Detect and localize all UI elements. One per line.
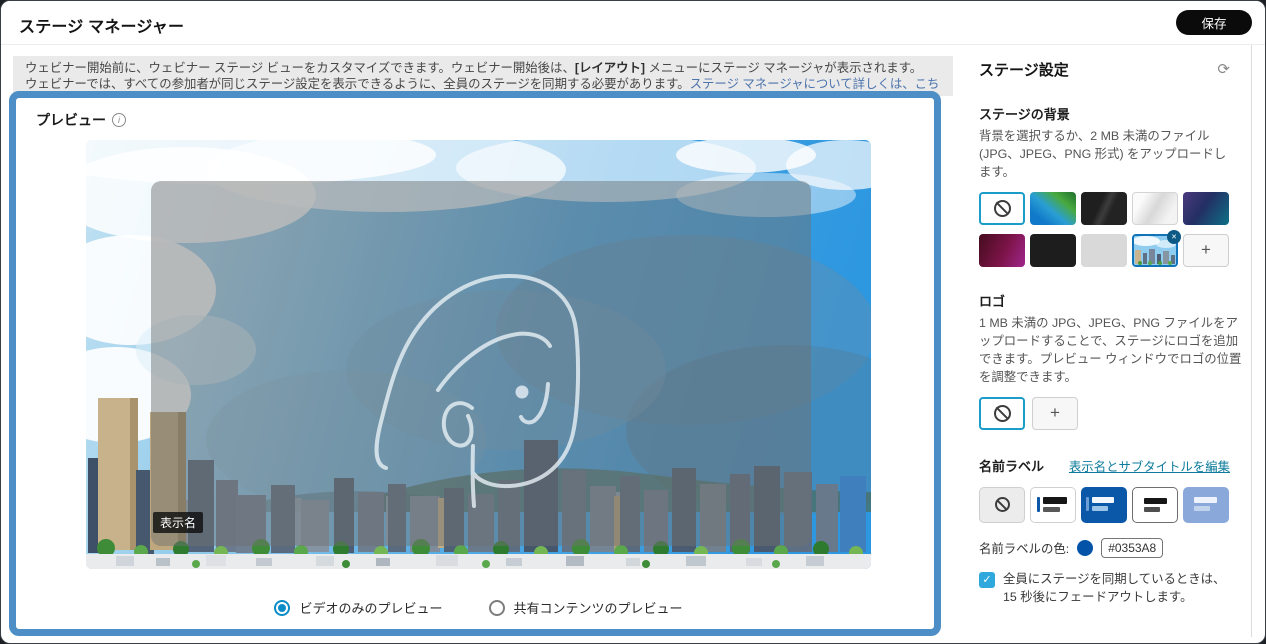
background-city-swatch-selected[interactable]: ✕ (1132, 229, 1181, 267)
name-label-color-value[interactable]: #0353A8 (1101, 537, 1164, 558)
header-bar: ステージ マネージャー 保存 (1, 1, 1265, 45)
stage-overlay (151, 181, 811, 546)
page-title: ステージ マネージャー (19, 19, 185, 36)
edit-display-name-link[interactable]: 表示名とサブタイトルを編集 (1069, 457, 1230, 475)
name-label-filled-style-swatch[interactable] (1081, 486, 1127, 523)
plus-icon: + (1050, 403, 1060, 423)
add-background-button[interactable]: + (1183, 233, 1229, 267)
add-logo-button[interactable]: + (1032, 396, 1078, 430)
logo-description: 1 MB 未満の JPG、JPEG、PNG ファイルをアップロードすることで、ス… (979, 315, 1242, 384)
radio-selected-icon[interactable] (274, 599, 291, 616)
info-banner: ウェビナー開始前に、ウェビナー ステージ ビューをカスタマイズできます。ウェビナ… (13, 56, 953, 107)
name-label-section-title: 名前ラベル (979, 458, 1045, 474)
city-background-image (86, 140, 871, 569)
background-indigoteal-swatch[interactable] (1183, 191, 1229, 225)
radio-video-only[interactable]: ビデオのみのプレビュー (274, 598, 443, 617)
background-none-swatch[interactable] (979, 191, 1025, 225)
name-label-style-swatches (979, 486, 1230, 523)
check-icon: ✓ (982, 574, 992, 587)
refresh-icon[interactable]: ⟳ (1217, 62, 1230, 77)
stage-preview-image[interactable]: 表示名 (86, 140, 871, 569)
banner-line1: ウェビナー開始前に、ウェビナー ステージ ビューをカスタマイズできます。ウェビナ… (25, 61, 923, 75)
none-icon (993, 199, 1011, 217)
display-name-label[interactable]: 表示名 (153, 512, 204, 533)
background-section-title: ステージの背景 (979, 107, 1070, 122)
sync-fadeout-label: 全員にステージを同期しているときは、15 秒後にフェードアウトします。 (1003, 571, 1226, 604)
preview-mode-radios: ビデオのみのプレビュー 共有コンテンツのプレビュー (86, 598, 871, 617)
logo-none-swatch[interactable] (979, 396, 1025, 430)
none-icon (994, 497, 1010, 513)
stage-settings-sidebar: ステージ設定 ⟳ ステージの背景 背景を選択するか、2 MB 未満のファイル (… (964, 45, 1254, 643)
background-gray-swatch[interactable] (1081, 233, 1127, 267)
sidebar-scrollbar[interactable] (1251, 45, 1252, 637)
background-swatches: ✕ + (979, 191, 1230, 267)
background-description: 背景を選択するか、2 MB 未満のファイル (JPG、JPEG、PNG 形式) … (979, 129, 1227, 179)
background-magenta-swatch[interactable] (979, 233, 1025, 267)
name-label-outline-style-swatch[interactable] (1132, 486, 1178, 523)
info-icon[interactable]: i (112, 113, 126, 127)
name-label-none-swatch[interactable] (979, 486, 1025, 523)
logo-section-title: ロゴ (979, 293, 1006, 309)
name-label-color-label: 名前ラベルの色: (979, 541, 1070, 556)
logo-swatches: + (979, 396, 1230, 430)
sync-fadeout-checkbox[interactable]: ✓ (979, 571, 995, 588)
preview-panel: プレビュー i 表示名 ビデオのみのプレビュー 共有コンテンツのプレビュー (9, 91, 941, 636)
remove-background-icon[interactable]: ✕ (1167, 229, 1181, 244)
background-bluegreen-swatch[interactable] (1030, 191, 1076, 225)
none-icon (993, 404, 1011, 422)
banner-layout-menu-ref: [レイアウト] (574, 61, 646, 75)
stage-manager-window: ステージ マネージャー 保存 ウェビナー開始前に、ウェビナー ステージ ビューを… (0, 0, 1266, 644)
background-lightsilk-swatch[interactable] (1132, 191, 1178, 225)
name-label-accent-style-swatch[interactable] (1030, 486, 1076, 523)
sidebar-title: ステージ設定 (979, 62, 1069, 79)
save-button[interactable]: 保存 (1176, 10, 1252, 35)
background-darkwave-swatch[interactable] (1081, 191, 1127, 225)
preview-header: プレビュー i (36, 110, 126, 130)
name-label-translucent-style-swatch[interactable] (1183, 486, 1229, 523)
radio-shared-content[interactable]: 共有コンテンツのプレビュー (488, 598, 683, 617)
preview-title: プレビュー (36, 112, 106, 128)
background-black-swatch[interactable] (1030, 233, 1076, 267)
plus-icon: + (1201, 240, 1211, 260)
radio-unselected-icon[interactable] (488, 599, 505, 616)
name-label-color-dot[interactable] (1077, 539, 1094, 556)
